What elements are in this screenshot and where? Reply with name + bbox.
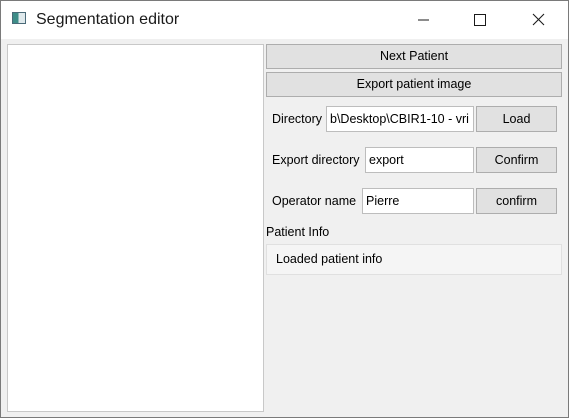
minimize-button[interactable] <box>401 1 447 39</box>
export-patient-image-button[interactable]: Export patient image <box>266 72 562 97</box>
maximize-icon <box>474 14 486 26</box>
patient-info-box: Loaded patient info <box>266 244 562 275</box>
maximize-button[interactable] <box>456 1 502 39</box>
directory-label: Directory <box>272 112 323 126</box>
confirm-export-label: Confirm <box>494 153 539 167</box>
operator-name-input[interactable]: Pierre <box>362 188 474 214</box>
directory-input[interactable]: b\Desktop\CBIR1-10 - vri <box>326 106 474 132</box>
export-directory-label: Export directory <box>272 153 360 167</box>
minimize-icon <box>418 19 429 21</box>
title-bar[interactable]: Segmentation editor <box>1 1 568 39</box>
export-directory-input[interactable]: export <box>365 147 474 173</box>
confirm-operator-button[interactable]: confirm <box>476 188 557 214</box>
export-patient-image-label: Export patient image <box>356 77 472 91</box>
patient-info-header: Patient Info <box>266 225 330 239</box>
close-icon <box>532 13 545 26</box>
image-canvas[interactable] <box>7 44 264 412</box>
close-button[interactable] <box>515 1 561 39</box>
operator-name-label: Operator name <box>272 194 357 208</box>
load-label: Load <box>502 112 531 126</box>
confirm-operator-label: confirm <box>496 194 537 208</box>
confirm-export-directory-button[interactable]: Confirm <box>476 147 557 173</box>
next-patient-label: Next Patient <box>379 49 449 63</box>
app-window: Segmentation editor Next Patient Export … <box>0 0 569 418</box>
load-button[interactable]: Load <box>476 106 557 132</box>
next-patient-button[interactable]: Next Patient <box>266 44 562 69</box>
app-window-icon <box>12 12 26 24</box>
window-title: Segmentation editor <box>36 11 180 28</box>
